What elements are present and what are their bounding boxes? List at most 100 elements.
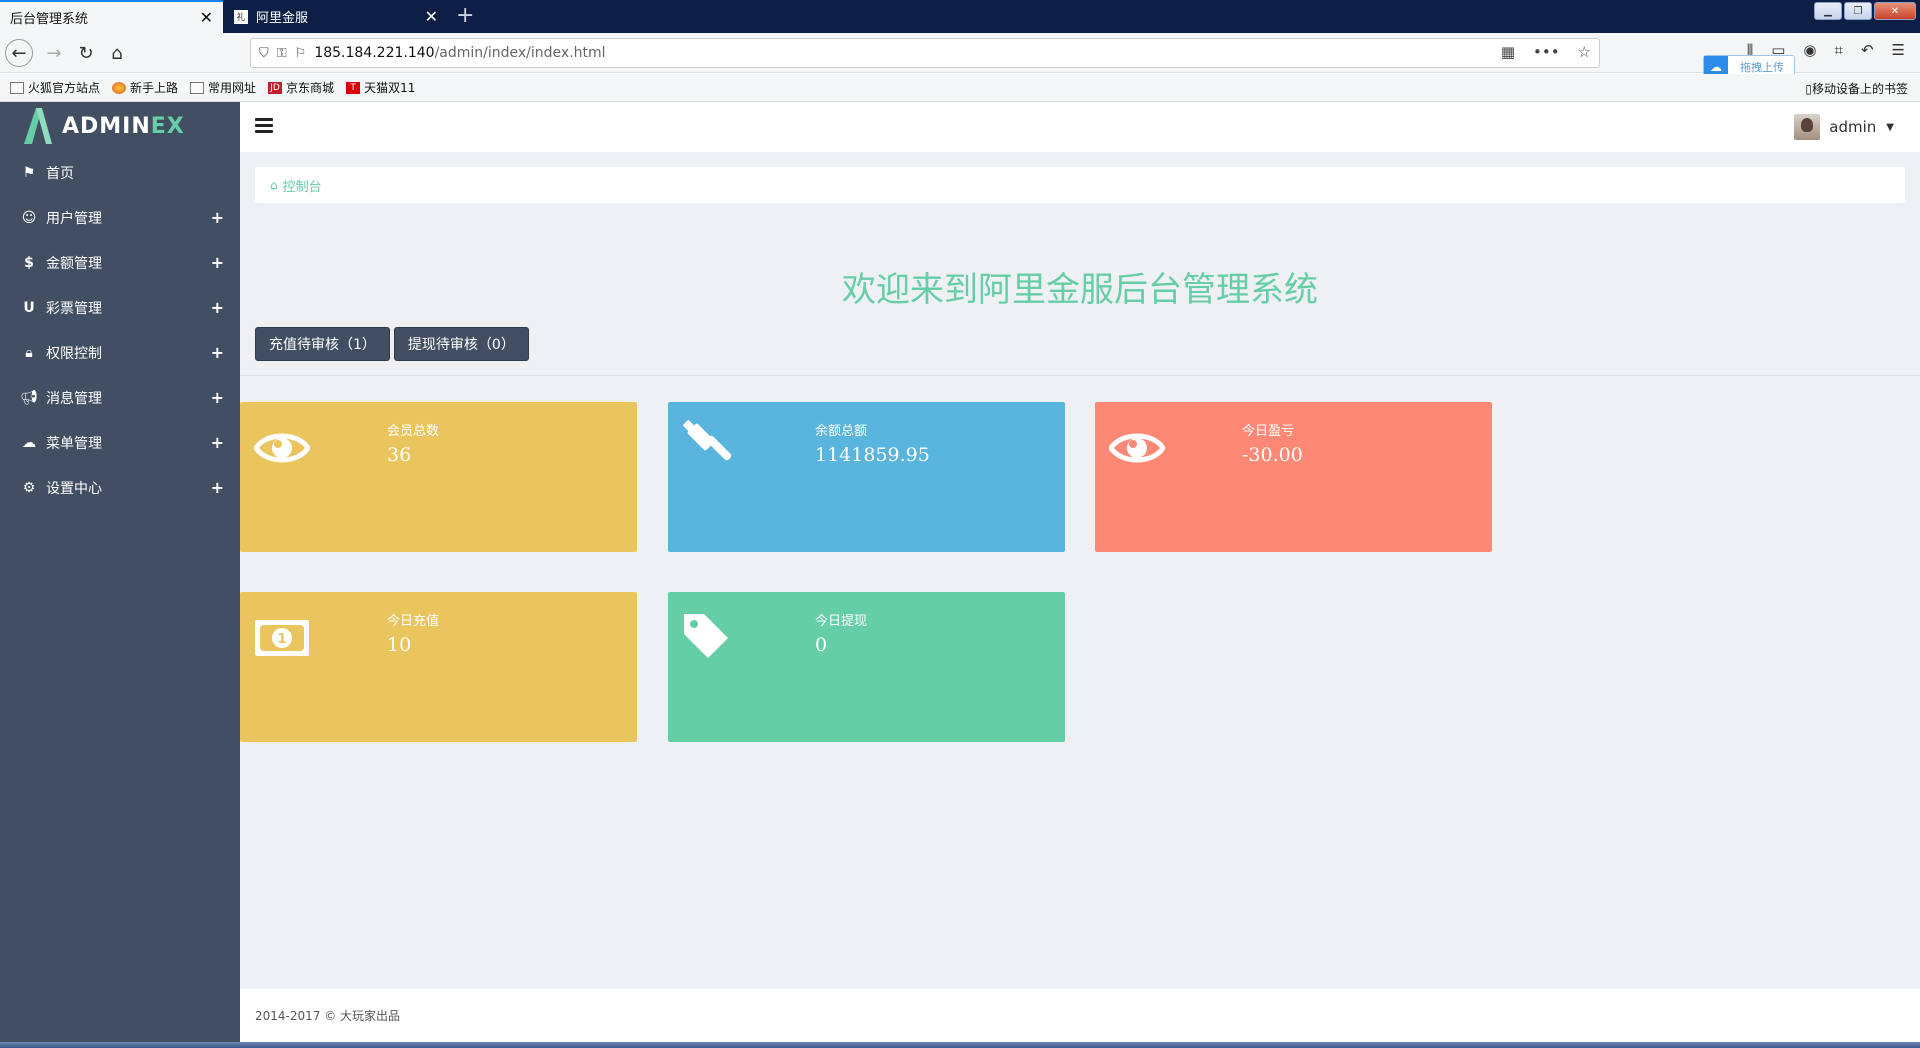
more-actions-icon[interactable]: •••: [1533, 43, 1560, 61]
firefox-icon: [112, 81, 127, 94]
window-close-icon[interactable]: ✕: [1874, 2, 1916, 20]
bookmark-label: 天猫双11: [364, 81, 416, 95]
restore-icon[interactable]: ❐: [1844, 2, 1872, 20]
tmall-logo-icon: T: [346, 81, 361, 94]
forward-arrow-icon[interactable]: →: [40, 39, 68, 67]
expand-plus-icon[interactable]: +: [211, 253, 224, 272]
logo[interactable]: ADMINEX: [0, 102, 240, 150]
stat-card-members: 会员总数 36: [240, 402, 637, 552]
expand-plus-icon[interactable]: +: [211, 433, 224, 452]
money-icon: 1: [255, 620, 309, 656]
qr-code-icon[interactable]: ▦: [1501, 43, 1515, 61]
url-host: 185.184.221.140: [314, 45, 435, 61]
bookmark-firefox-site[interactable]: 火狐官方站点: [10, 79, 100, 96]
stat-label: 余额总额: [815, 424, 868, 439]
undo-icon[interactable]: ↶: [1861, 41, 1874, 59]
user-dropdown[interactable]: admin ▼: [1794, 114, 1894, 140]
bookmark-label: 常用网址: [208, 81, 257, 95]
avatar: [1794, 114, 1821, 140]
phone-icon: ▯: [1805, 82, 1812, 96]
gear-icon: ⚙: [22, 479, 36, 496]
browser-nav-bar: ← → ↻ ⌂ ⛉ ⚿ ⚐ 185.184.221.140/admin/inde…: [0, 33, 1920, 73]
account-icon[interactable]: ◉: [1803, 41, 1816, 59]
sidebar-item-label: 首页: [46, 165, 74, 182]
browser-tab-bar: 后台管理系统 ✕ 礼 阿里金服 ✕ + ▁ ❐ ✕: [0, 0, 1920, 33]
expand-plus-icon[interactable]: +: [211, 208, 224, 227]
bookmark-jd[interactable]: JD 京东商城: [268, 79, 334, 96]
folder-icon: [190, 81, 205, 94]
sidebar-item-label: 消息管理: [46, 390, 102, 407]
breadcrumb: ⌂ 控制台: [255, 167, 1905, 203]
bookmark-tmall[interactable]: T 天猫双11: [346, 79, 415, 96]
sidebar-item-permissions[interactable]: 🔒︎ 权限控制 +: [0, 330, 240, 375]
expand-plus-icon[interactable]: +: [211, 343, 224, 362]
gavel-icon: [683, 420, 732, 461]
expand-plus-icon[interactable]: +: [211, 388, 224, 407]
bookmark-label: 京东商城: [286, 81, 335, 95]
withdraw-pending-button[interactable]: 提现待审核（0）: [393, 327, 529, 361]
sidebar: ADMINEX ⚑ 首页 ☺ 用户管理 + $ 金额管理 + U 彩票管理 + …: [0, 102, 240, 1048]
screenshot-icon[interactable]: ⌗: [1835, 41, 1843, 59]
sidebar-item-menus[interactable]: ☁ 菜单管理 +: [0, 420, 240, 465]
welcome-title: 欢迎来到阿里金服后台管理系统: [842, 270, 1318, 310]
expand-plus-icon[interactable]: +: [211, 298, 224, 317]
stat-value: 10: [387, 634, 412, 656]
tab-favicon-icon: 礼: [234, 9, 248, 24]
mobile-bookmarks[interactable]: ▯移动设备上的书签: [1805, 80, 1908, 97]
stat-label: 今日充值: [387, 614, 440, 629]
breadcrumb-dashboard[interactable]: 控制台: [283, 176, 322, 195]
url-bar[interactable]: ⛉ ⚿ ⚐ 185.184.221.140/admin/index/index.…: [250, 38, 1600, 68]
tab-alijinfu[interactable]: 礼 阿里金服 ✕: [224, 0, 448, 33]
stat-label: 会员总数: [387, 424, 440, 439]
permissions-icon[interactable]: ⚐: [295, 46, 307, 61]
home-icon[interactable]: ⌂: [103, 39, 131, 67]
username: admin: [1829, 118, 1877, 136]
sidebar-item-money[interactable]: $ 金额管理 +: [0, 240, 240, 285]
tab-title: 阿里金服: [256, 11, 309, 26]
sidebar-item-settings[interactable]: ⚙ 设置中心 +: [0, 465, 240, 510]
sidebar-item-users[interactable]: ☺ 用户管理 +: [0, 195, 240, 240]
insecure-lock-icon[interactable]: ⚿: [277, 46, 287, 61]
flag-icon: ⚑: [22, 164, 36, 181]
sidebar-item-messages[interactable]: 📢︎ 消息管理 +: [0, 375, 240, 420]
new-tab-plus-icon[interactable]: +: [456, 4, 474, 28]
sidebar-item-label: 用户管理: [46, 210, 102, 227]
reload-icon[interactable]: ↻: [72, 39, 100, 67]
home-icon[interactable]: ⌂: [270, 178, 278, 192]
shield-icon[interactable]: ⛉: [259, 46, 269, 61]
eye-icon: [254, 433, 310, 463]
app-header: admin ▼: [240, 102, 1920, 152]
sidebar-item-lottery[interactable]: U 彩票管理 +: [0, 285, 240, 330]
tab-admin-system[interactable]: 后台管理系统 ✕: [0, 0, 223, 33]
stat-value: 36: [387, 444, 412, 466]
cloud-icon: ☁: [22, 434, 36, 451]
stat-value: 1141859.95: [815, 444, 930, 466]
minimize-icon[interactable]: ▁: [1814, 2, 1842, 20]
magnet-icon: U: [23, 299, 35, 316]
caret-down-icon: ▼: [1886, 121, 1894, 133]
folder-icon: [10, 81, 24, 94]
expand-plus-icon[interactable]: +: [211, 478, 224, 497]
stat-card-balance: 余额总额 1141859.95: [668, 402, 1065, 552]
bookmark-star-icon[interactable]: ☆: [1578, 43, 1591, 61]
tab-close-icon[interactable]: ✕: [425, 8, 438, 25]
bookmark-common-sites[interactable]: 常用网址: [190, 79, 256, 96]
stat-card-profit: 今日盈亏 -30.00: [1095, 402, 1492, 552]
stat-card-recharge: 1 今日充值 10: [240, 592, 637, 742]
sidebar-item-label: 彩票管理: [46, 300, 102, 317]
adminex-logo-icon: [24, 108, 52, 144]
divider: [240, 375, 1920, 376]
menu-icon[interactable]: ☰: [1892, 41, 1905, 59]
window-controls: ▁ ❐ ✕: [1814, 2, 1916, 20]
bookmark-getting-started[interactable]: 新手上路: [112, 79, 178, 96]
hamburger-menu-icon[interactable]: [255, 118, 273, 134]
mobile-bookmarks-label: 移动设备上的书签: [1811, 82, 1908, 96]
stat-value: -30.00: [1242, 444, 1303, 466]
tab-title: 后台管理系统: [10, 12, 89, 27]
sidebar-item-home[interactable]: ⚑ 首页: [0, 150, 240, 195]
back-arrow-icon[interactable]: ←: [5, 39, 33, 67]
recharge-pending-button[interactable]: 充值待审核（1）: [255, 327, 390, 361]
tab-close-icon[interactable]: ✕: [200, 9, 213, 26]
footer: 2014-2017 © 大玩家出品: [240, 989, 1920, 1042]
os-taskbar: [0, 1042, 1920, 1048]
